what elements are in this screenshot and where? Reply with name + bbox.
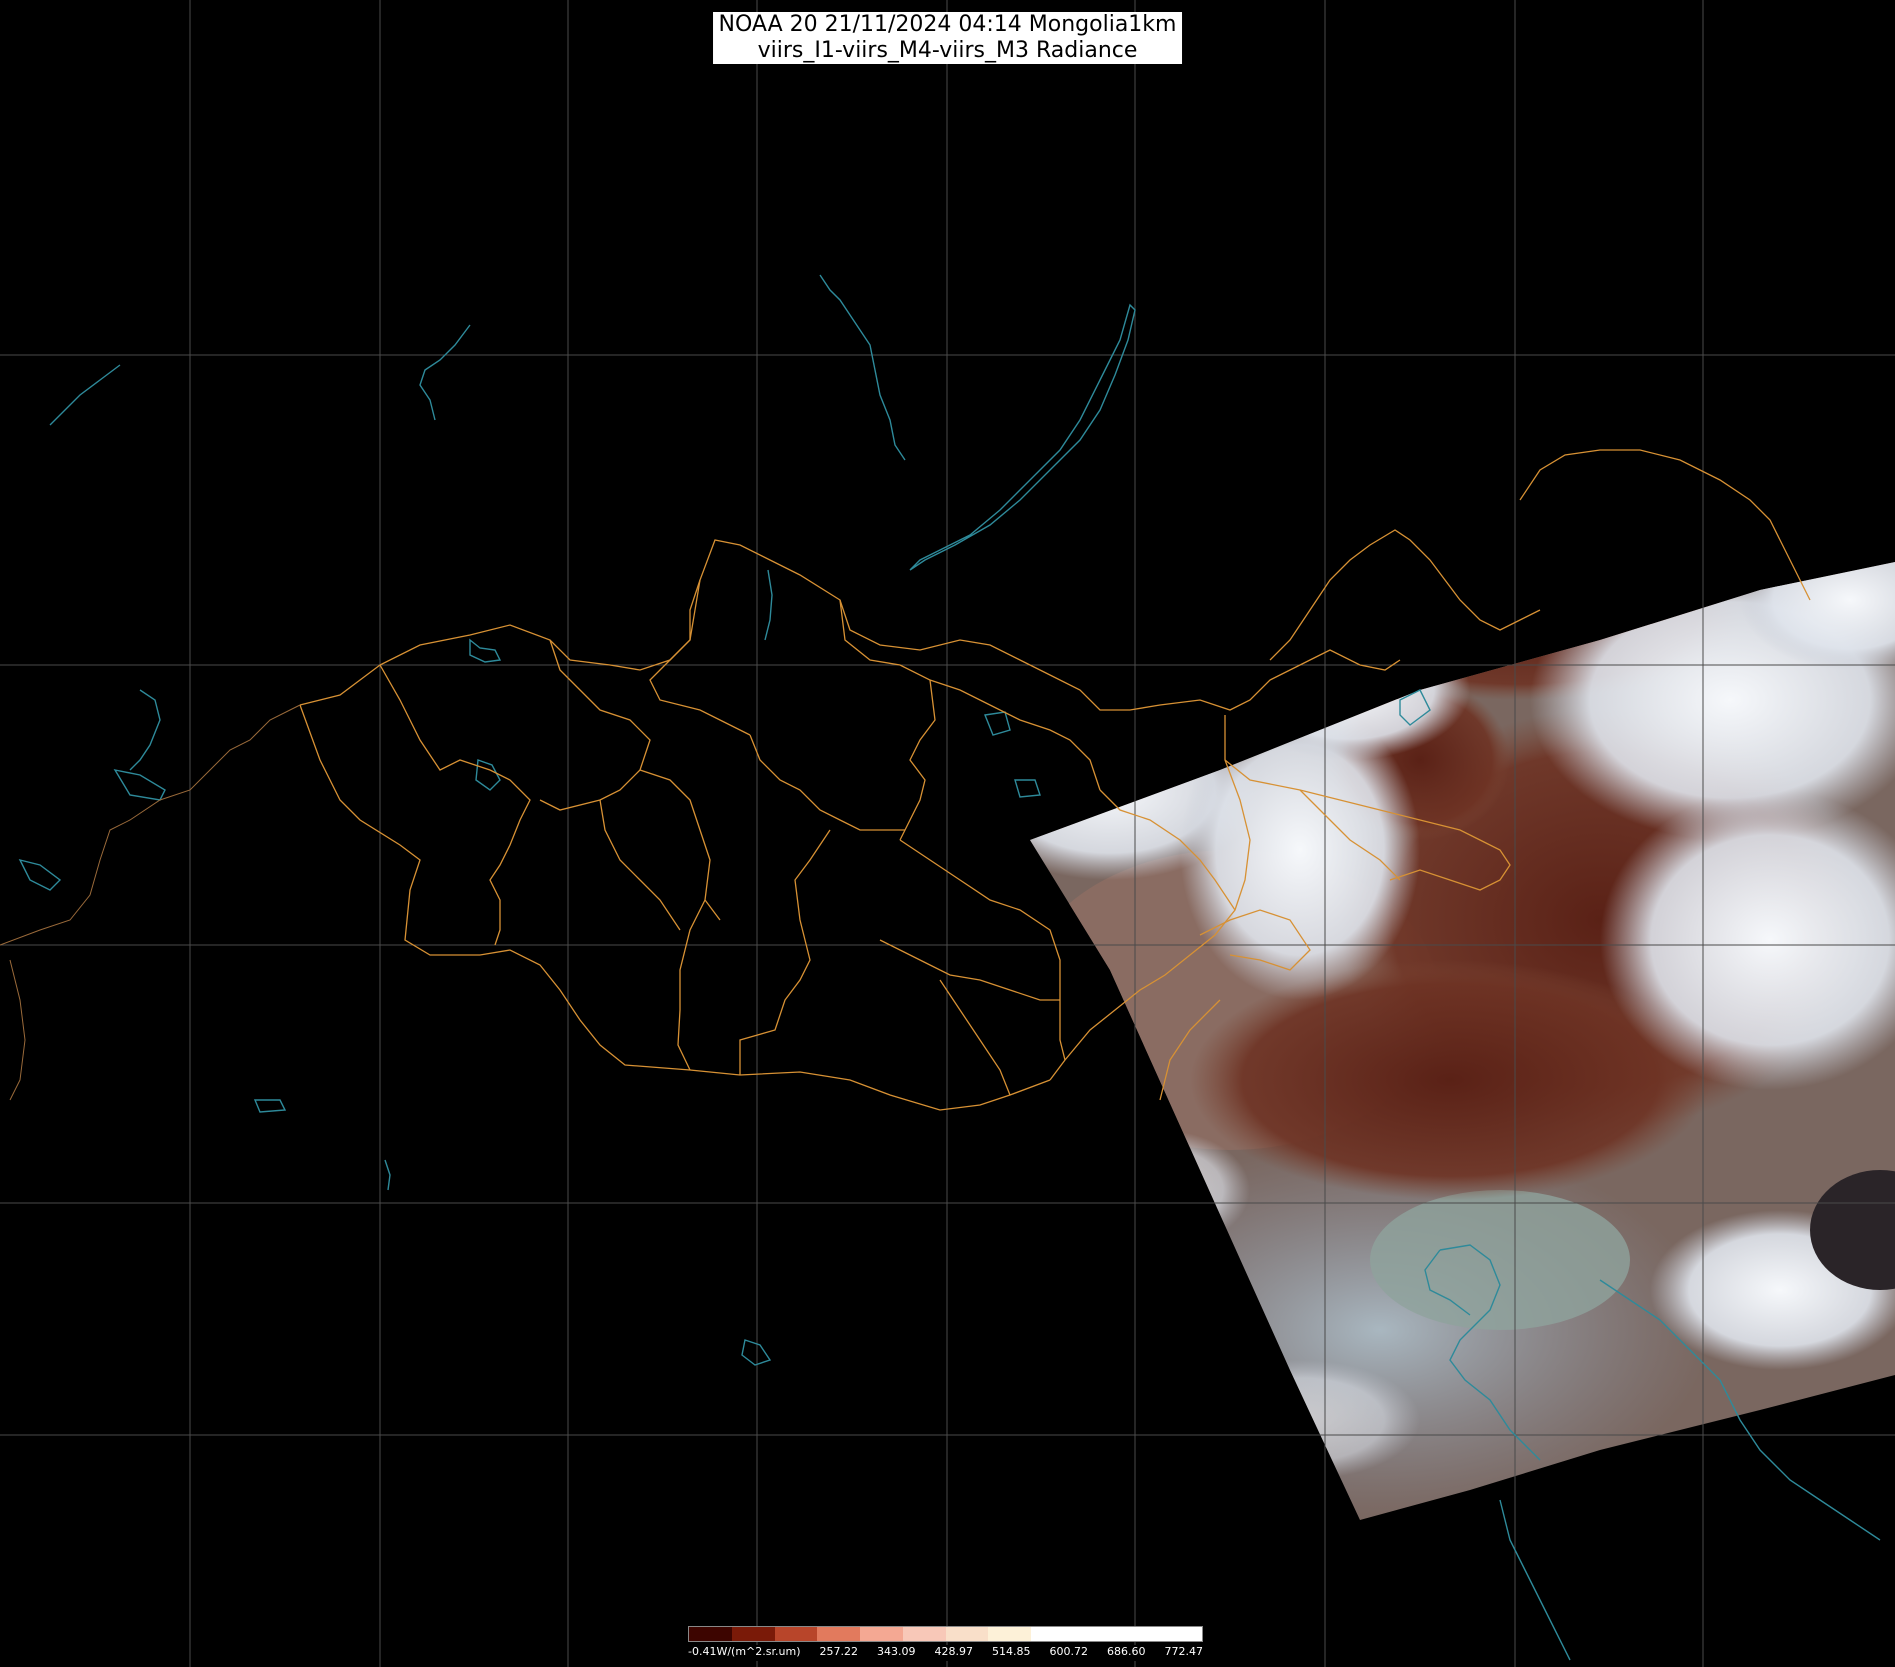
- legend-swatch: [860, 1627, 903, 1641]
- satellite-swath: [1030, 562, 1895, 1520]
- river-west: [49, 364, 121, 426]
- lake-west-1: [129, 689, 161, 771]
- lake-baikal: [909, 303, 1136, 571]
- lake-east-1: [984, 711, 1011, 736]
- legend-swatch: [774, 1627, 818, 1641]
- lake-south-3: [741, 1339, 772, 1366]
- lake-east-2: [1014, 779, 1041, 798]
- yenisei-river: [419, 324, 471, 421]
- aimag-14: [599, 799, 681, 931]
- satellite-map: [0, 0, 1895, 1667]
- legend-tick-label: 600.72: [1049, 1645, 1088, 1658]
- legend-color-bar: [688, 1626, 1203, 1642]
- legend-swatch: [1031, 1627, 1074, 1641]
- aimag-10: [899, 839, 1066, 1061]
- legend-swatch: [1073, 1627, 1117, 1641]
- lake-khuvsgul: [764, 569, 773, 641]
- legend-swatch: [945, 1627, 989, 1641]
- map-title: NOAA 20 21/11/2024 04:14 Mongolia1km vii…: [712, 12, 1183, 64]
- legend-swatch: [988, 1627, 1031, 1641]
- khar-us-lake: [475, 759, 501, 791]
- aimag-7: [639, 769, 721, 921]
- legend-swatch: [817, 1627, 860, 1641]
- legend-tick-label: 686.60: [1106, 1645, 1146, 1658]
- title-line-1: NOAA 20 21/11/2024 04:14 Mongolia1km: [718, 12, 1177, 37]
- legend-swatch: [1116, 1627, 1160, 1641]
- aimag-9: [739, 829, 831, 1075]
- mongolia-outline: [299, 539, 1401, 711]
- legend-swatch: [731, 1627, 775, 1641]
- yellow-sea-coast: [1499, 1499, 1571, 1661]
- legend-tick-label: 772.47: [1164, 1645, 1203, 1658]
- lake-west-2: [113, 769, 166, 801]
- color-legend: -0.41W/(m^2.sr.um) 257.22 343.09 428.97 …: [688, 1626, 1203, 1664]
- aimag-12: [879, 939, 1060, 1001]
- legend-tick-label: 514.85: [991, 1645, 1031, 1658]
- lake-south-2: [384, 1159, 391, 1191]
- aimag-1: [379, 664, 531, 946]
- legend-labels: -0.41W/(m^2.sr.um) 257.22 343.09 428.97 …: [688, 1645, 1203, 1661]
- legend-tick-label: 343.09: [876, 1645, 916, 1658]
- aimag-8: [677, 899, 706, 1071]
- uvs-lake: [469, 638, 502, 663]
- legend-swatch: [902, 1627, 946, 1641]
- aimag-3: [649, 579, 751, 736]
- title-line-2: viirs_I1-viirs_M4-viirs_M3 Radiance: [757, 38, 1138, 63]
- aimag-4: [839, 599, 936, 841]
- regional-borders-west: [0, 704, 301, 1101]
- amur-border: [1519, 449, 1811, 601]
- legend-swatch: [1159, 1627, 1202, 1641]
- mongolia-outline-south: [299, 704, 1051, 1111]
- aimag-13: [939, 979, 1011, 1096]
- legend-min-label: -0.41W/(m^2.sr.um): [688, 1645, 801, 1658]
- legend-tick-label: 257.22: [819, 1645, 858, 1658]
- legend-tick-label: 428.97: [934, 1645, 973, 1658]
- lake-west-3: [18, 858, 62, 891]
- angara-river: [819, 274, 906, 461]
- aimag-5: [929, 679, 1101, 791]
- russia-china-border: [1269, 529, 1541, 661]
- aimag-6: [749, 734, 905, 831]
- legend-swatch: [689, 1627, 732, 1641]
- lake-south-1: [253, 1099, 287, 1113]
